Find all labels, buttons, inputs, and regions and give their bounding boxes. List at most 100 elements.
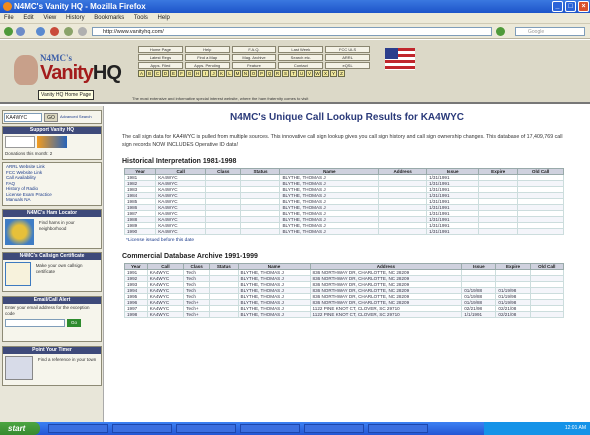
- table-cell: BLYTHE, THOMAS J: [237, 311, 311, 318]
- table-cell: 1/1/1991: [461, 311, 497, 318]
- back-icon[interactable]: [4, 27, 13, 36]
- letter-link[interactable]: T: [290, 70, 297, 77]
- table-body: 1991 KA4WYC Tech BLYTHE, THOMAS J 836 NORTHW…: [124, 269, 565, 318]
- letter-link[interactable]: Z: [338, 70, 345, 77]
- taskbar-app[interactable]: [240, 424, 300, 433]
- search-box[interactable]: Google: [515, 27, 585, 36]
- address-bar[interactable]: http://www.vanityhq.com/: [92, 27, 492, 36]
- window-title: N4MC's Vanity HQ - Mozilla Firefox: [14, 2, 146, 11]
- certificate-icon[interactable]: [5, 262, 31, 286]
- start-button[interactable]: start: [0, 422, 40, 435]
- nav-item[interactable]: Search etc.: [278, 54, 324, 61]
- nav-item[interactable]: F.A.Q.: [231, 46, 277, 53]
- advanced-search-link[interactable]: Advanced Search: [60, 114, 100, 120]
- go-arrow-icon[interactable]: [496, 27, 505, 36]
- nav-item[interactable]: Feature: [231, 62, 277, 69]
- close-button[interactable]: ×: [578, 1, 589, 12]
- main-content: N4MC's Unique Call Lookup Results for KA…: [112, 112, 582, 318]
- taskbar-app[interactable]: [176, 424, 236, 433]
- table-cell: [205, 228, 242, 235]
- letter-link[interactable]: D: [162, 70, 169, 77]
- minimize-button[interactable]: _: [552, 1, 563, 12]
- letter-link[interactable]: O: [250, 70, 257, 77]
- table-cell: [209, 311, 239, 318]
- letter-link[interactable]: F: [178, 70, 185, 77]
- globe-icon[interactable]: [5, 219, 34, 245]
- timer-title: Point Your Timer: [3, 347, 101, 354]
- menu-bookmarks[interactable]: Bookmarks: [94, 15, 124, 21]
- letter-link[interactable]: X: [322, 70, 329, 77]
- nav-item[interactable]: Find a Map: [184, 54, 230, 61]
- letter-link[interactable]: M: [234, 70, 241, 77]
- nav-item[interactable]: Apps. Filed: [138, 62, 183, 69]
- menu-view[interactable]: View: [43, 15, 56, 21]
- taskbar-app[interactable]: [48, 424, 108, 433]
- maximize-button[interactable]: □: [565, 1, 576, 12]
- letter-link[interactable]: N: [242, 70, 249, 77]
- table-cell: [478, 228, 519, 235]
- letter-link[interactable]: P: [258, 70, 265, 77]
- menu-history[interactable]: History: [66, 15, 85, 21]
- license-note[interactable]: *License issued before this date: [126, 238, 582, 243]
- nav-item[interactable]: Apps. Pending: [184, 62, 230, 69]
- table-body: 1981 KA4WYC BLYTHE, THOMAS J 1/31/1991 1982 K…: [123, 174, 564, 235]
- letter-link[interactable]: L: [226, 70, 233, 77]
- web-page: N4MC's VanityHQ Home Page Help F.A.Q. La…: [0, 40, 590, 422]
- letter-link[interactable]: C: [154, 70, 161, 77]
- menu-edit[interactable]: Edit: [23, 15, 33, 21]
- email-alert-box: Email/Call Alert Enter your email addres…: [2, 296, 102, 342]
- reload-icon[interactable]: [36, 27, 45, 36]
- forward-icon[interactable]: [16, 27, 25, 36]
- paypal-button[interactable]: [5, 136, 35, 148]
- letter-link[interactable]: R: [274, 70, 281, 77]
- letter-link[interactable]: J: [210, 70, 217, 77]
- letter-link[interactable]: Y: [330, 70, 337, 77]
- email-go-button[interactable]: Go: [67, 319, 81, 327]
- taskbar-app[interactable]: [112, 424, 172, 433]
- taskbar-app[interactable]: [368, 424, 428, 433]
- taskbar-app[interactable]: [304, 424, 364, 433]
- nav-item[interactable]: Latest Regs: [138, 54, 183, 61]
- menu-help[interactable]: Help: [158, 15, 170, 21]
- letter-link[interactable]: V: [306, 70, 313, 77]
- callsign-certificate-box: N4MC's Callsign Certificate Make your ow…: [2, 252, 102, 292]
- letter-link[interactable]: W: [314, 70, 321, 77]
- table-cell: [529, 311, 565, 318]
- letter-link[interactable]: E: [170, 70, 177, 77]
- nav-item[interactable]: Help: [184, 46, 230, 53]
- nav-item[interactable]: Mag. Archive: [231, 54, 277, 61]
- go-button[interactable]: GO: [44, 112, 58, 122]
- sidebar-link[interactable]: Manuals NA: [3, 197, 101, 203]
- stop-icon[interactable]: [50, 27, 59, 36]
- letter-link[interactable]: Q: [266, 70, 273, 77]
- letter-link[interactable]: K: [218, 70, 225, 77]
- timer-icon[interactable]: [5, 356, 33, 380]
- letter-link[interactable]: H: [194, 70, 201, 77]
- nav-item[interactable]: FCC ULS: [325, 46, 370, 53]
- quick-links: ARRL Website Link FCC Website Link Call …: [2, 162, 102, 206]
- navigation-toolbar: http://www.vanityhq.com/ Google: [0, 24, 590, 39]
- menu-file[interactable]: File: [4, 15, 14, 21]
- firefox-icon: [3, 2, 12, 11]
- nav-item[interactable]: eQSL: [325, 62, 370, 69]
- bookmark-icon[interactable]: [78, 27, 87, 36]
- certificate-title: N4MC's Callsign Certificate: [3, 253, 101, 260]
- letter-link[interactable]: S: [282, 70, 289, 77]
- nav-item[interactable]: ARRL: [325, 54, 370, 61]
- page-title: N4MC's Unique Call Lookup Results for KA…: [229, 112, 465, 123]
- home-icon[interactable]: [64, 27, 73, 36]
- letter-link[interactable]: U: [298, 70, 305, 77]
- letter-link[interactable]: A: [138, 70, 145, 77]
- letter-link[interactable]: B: [146, 70, 153, 77]
- email-input[interactable]: [5, 319, 65, 327]
- call-input[interactable]: KA4WYC: [4, 112, 42, 122]
- menu-tools[interactable]: Tools: [134, 15, 148, 21]
- nav-item[interactable]: Last Week: [278, 46, 324, 53]
- window-title-bar[interactable]: N4MC's Vanity HQ - Mozilla Firefox _ □ ×: [0, 0, 590, 13]
- table-row: 1996 KA4WYC Tech+ BLYTHE, THOMAS J 836 NORTH…: [124, 299, 565, 306]
- letter-link[interactable]: G: [186, 70, 193, 77]
- letter-link[interactable]: I: [202, 70, 209, 77]
- nav-item[interactable]: Home Page: [138, 46, 183, 53]
- nav-item[interactable]: Contact: [278, 62, 324, 69]
- email-form: Go: [3, 318, 101, 328]
